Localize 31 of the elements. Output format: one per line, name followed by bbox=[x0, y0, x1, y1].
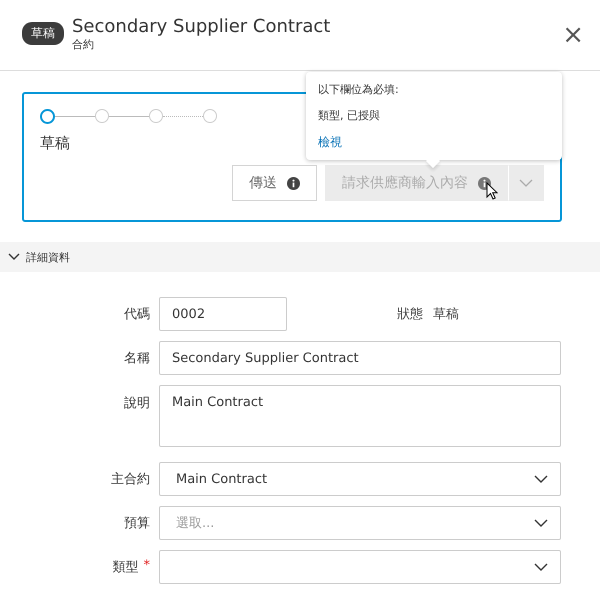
dropdown-field[interactable]: Main Contract bbox=[159, 462, 561, 496]
tooltip-heading: 以下欄位為必填: bbox=[318, 82, 399, 97]
caret-icon bbox=[519, 179, 533, 187]
code-field[interactable]: 0002 bbox=[159, 297, 287, 331]
caret-icon bbox=[534, 519, 548, 527]
field-label: 代碼 bbox=[123, 306, 151, 323]
cursor-icon bbox=[486, 182, 498, 200]
info-icon bbox=[287, 176, 300, 190]
chevron-icon bbox=[8, 253, 20, 261]
field-label: 說明 bbox=[124, 395, 150, 412]
field-label: 名稱 bbox=[124, 350, 150, 367]
dropdown-field[interactable] bbox=[159, 550, 561, 584]
section-header[interactable]: 詳細資料 bbox=[0, 242, 600, 272]
view-link[interactable]: 檢視 bbox=[318, 134, 342, 151]
field-label: 預算 bbox=[124, 515, 150, 532]
status-value: 草稿 bbox=[433, 306, 459, 323]
field-label: 類型 bbox=[112, 559, 138, 576]
required-mark: * bbox=[144, 558, 150, 575]
status-label: 狀態 bbox=[397, 306, 423, 323]
status-badge: 草稿 bbox=[22, 22, 64, 44]
close-button[interactable]: × bbox=[558, 22, 588, 48]
name-field[interactable]: Secondary Supplier Contract bbox=[159, 341, 561, 375]
workflow-button[interactable]: 傳送 bbox=[232, 165, 317, 201]
current-step-label: 草稿 bbox=[40, 134, 70, 153]
caret-icon bbox=[534, 563, 548, 571]
window-subtitle: 合約 bbox=[72, 37, 95, 52]
description-field[interactable]: Main Contract bbox=[159, 385, 561, 447]
field-label: 主合約 bbox=[111, 471, 150, 488]
caret-icon bbox=[534, 475, 548, 483]
window-title: Secondary Supplier Contract bbox=[72, 16, 332, 37]
tooltip-text: 類型, 已授與 bbox=[318, 108, 380, 123]
